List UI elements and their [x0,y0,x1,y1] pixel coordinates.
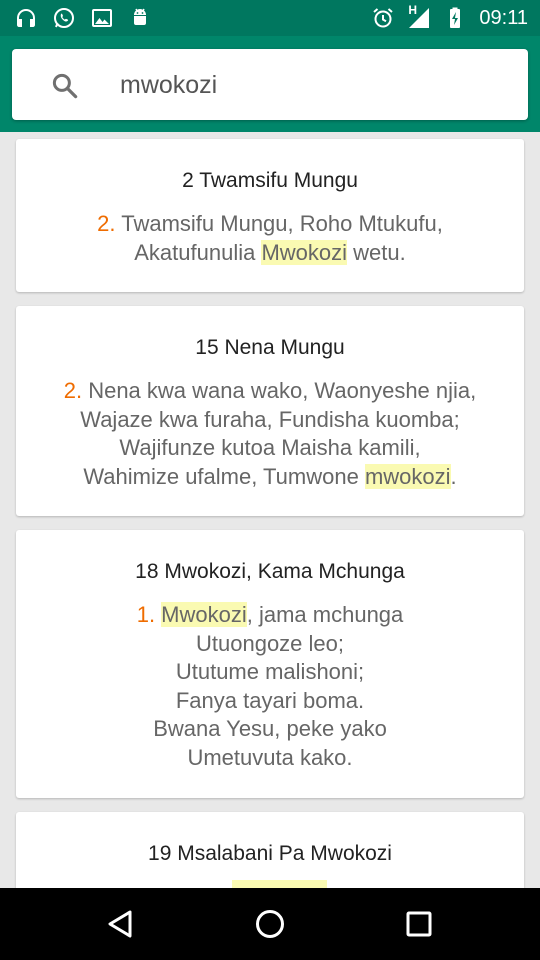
result-card[interactable]: 18 Mwokozi, Kama Mchunga 1. Mwokozi, jam… [16,530,524,798]
notification-icons [14,6,152,30]
search-match-highlight: Mwokozi [161,602,247,627]
clock: 09:11 [479,6,528,29]
verse-number: 2. [97,211,122,236]
navigation-bar [0,888,540,960]
verse-text: Nena kwa wana wako, Waonyeshe njia, [88,378,477,403]
verse-text: Wajifunze kutoa Maisha kamili, [119,435,421,460]
verse-text: Ututume malishoni; [175,659,365,684]
results-list[interactable]: 2 Twamsifu Mungu 2. Twamsifu Mungu, Roho… [0,132,540,888]
network-type-label: H [408,3,418,17]
verse-line: Wajaze kwa furaha, Fundisha kuomba; [16,406,524,435]
verse-excerpt: 2. Twamsifu Mungu, Roho Mtukufu, Akatufun… [16,210,524,267]
whatsapp-icon [54,8,74,28]
android-icon [134,8,146,25]
home-icon [256,910,284,938]
verse-text: Bwana Yesu, peke yako [153,716,387,741]
app-bar [0,36,540,132]
battery-charging-icon [450,7,461,28]
signal-indicator: H [407,3,431,30]
verse-line: 2. Twamsifu Mungu, Roho Mtukufu, [16,210,524,239]
search-box[interactable] [12,49,528,120]
result-card[interactable]: 19 Msalabani Pa Mwokozi [16,812,524,888]
hymn-title: 18 Mwokozi, Kama Mchunga [135,560,405,583]
hymn-title: 19 Msalabani Pa Mwokozi [148,842,392,865]
verse-line: Bwana Yesu, peke yako [16,715,524,744]
verse-line: Fanya tayari boma. [16,687,524,716]
verse-line: Akatufunulia Mwokozi wetu. [16,239,524,268]
headphones-icon [17,9,35,27]
verse-text: Fanya tayari boma. [175,687,365,713]
verse-line: 2. Nena kwa wana wako, Waonyeshe njia, [16,377,524,406]
search-match-highlight: Mwokozi [261,239,348,265]
verse-line: Wahimize ufalme, Tumwone mwokozi. [16,463,524,492]
image-icon [92,9,112,27]
highlight-fragment [232,880,327,888]
hymn-title: 2 Twamsifu Mungu [182,169,358,192]
recents-button[interactable] [401,906,437,942]
result-card[interactable]: 2 Twamsifu Mungu 2. Twamsifu Mungu, Roho… [16,139,524,292]
status-bar: H 09:11 [0,0,540,36]
verse-line: Utuongoze leo; [16,630,524,659]
result-card[interactable]: 15 Nena Mungu 2. Nena kwa wana wako, Wao… [16,306,524,516]
verse-line: 1. Mwokozi, jama mchunga [16,601,524,630]
verse-number: 2. [63,378,89,403]
back-icon [108,910,132,938]
verse-text: wetu. [347,239,406,265]
verse-text: Utuongoze leo; [196,630,344,656]
verse-excerpt: 2. Nena kwa wana wako, Waonyeshe njia, Wa… [16,377,524,491]
verse-text: Akatufunulia [134,239,262,265]
verse-line: Ututume malishoni; [16,658,524,687]
search-match-highlight: mwokozi [364,463,451,489]
search-icon[interactable] [50,71,80,101]
recents-icon [406,911,432,937]
verse-line: Wajifunze kutoa Maisha kamili, [16,434,524,463]
search-input[interactable] [120,67,500,103]
verse-line: Umetuvuta kako. [16,744,524,773]
hymn-title: 15 Nena Mungu [195,336,345,359]
verse-text: . [450,463,457,489]
system-icons: H 09:11 [371,3,528,30]
home-button[interactable] [252,906,288,942]
verse-number: 1. [136,602,162,627]
verse-excerpt: 1. Mwokozi, jama mchunga Utuongoze leo; Ut… [16,601,524,772]
verse-text: Twamsifu Mungu, Roho Mtukufu, [121,211,443,236]
alarm-icon [373,8,394,28]
verse-text: Wajaze kwa furaha, Fundisha kuomba; [80,406,460,432]
verse-text: , jama mchunga [246,602,404,627]
verse-text: Umetuvuta kako. [187,744,353,770]
verse-text: Wahimize ufalme, Tumwone [83,463,365,489]
back-button[interactable] [102,906,138,942]
